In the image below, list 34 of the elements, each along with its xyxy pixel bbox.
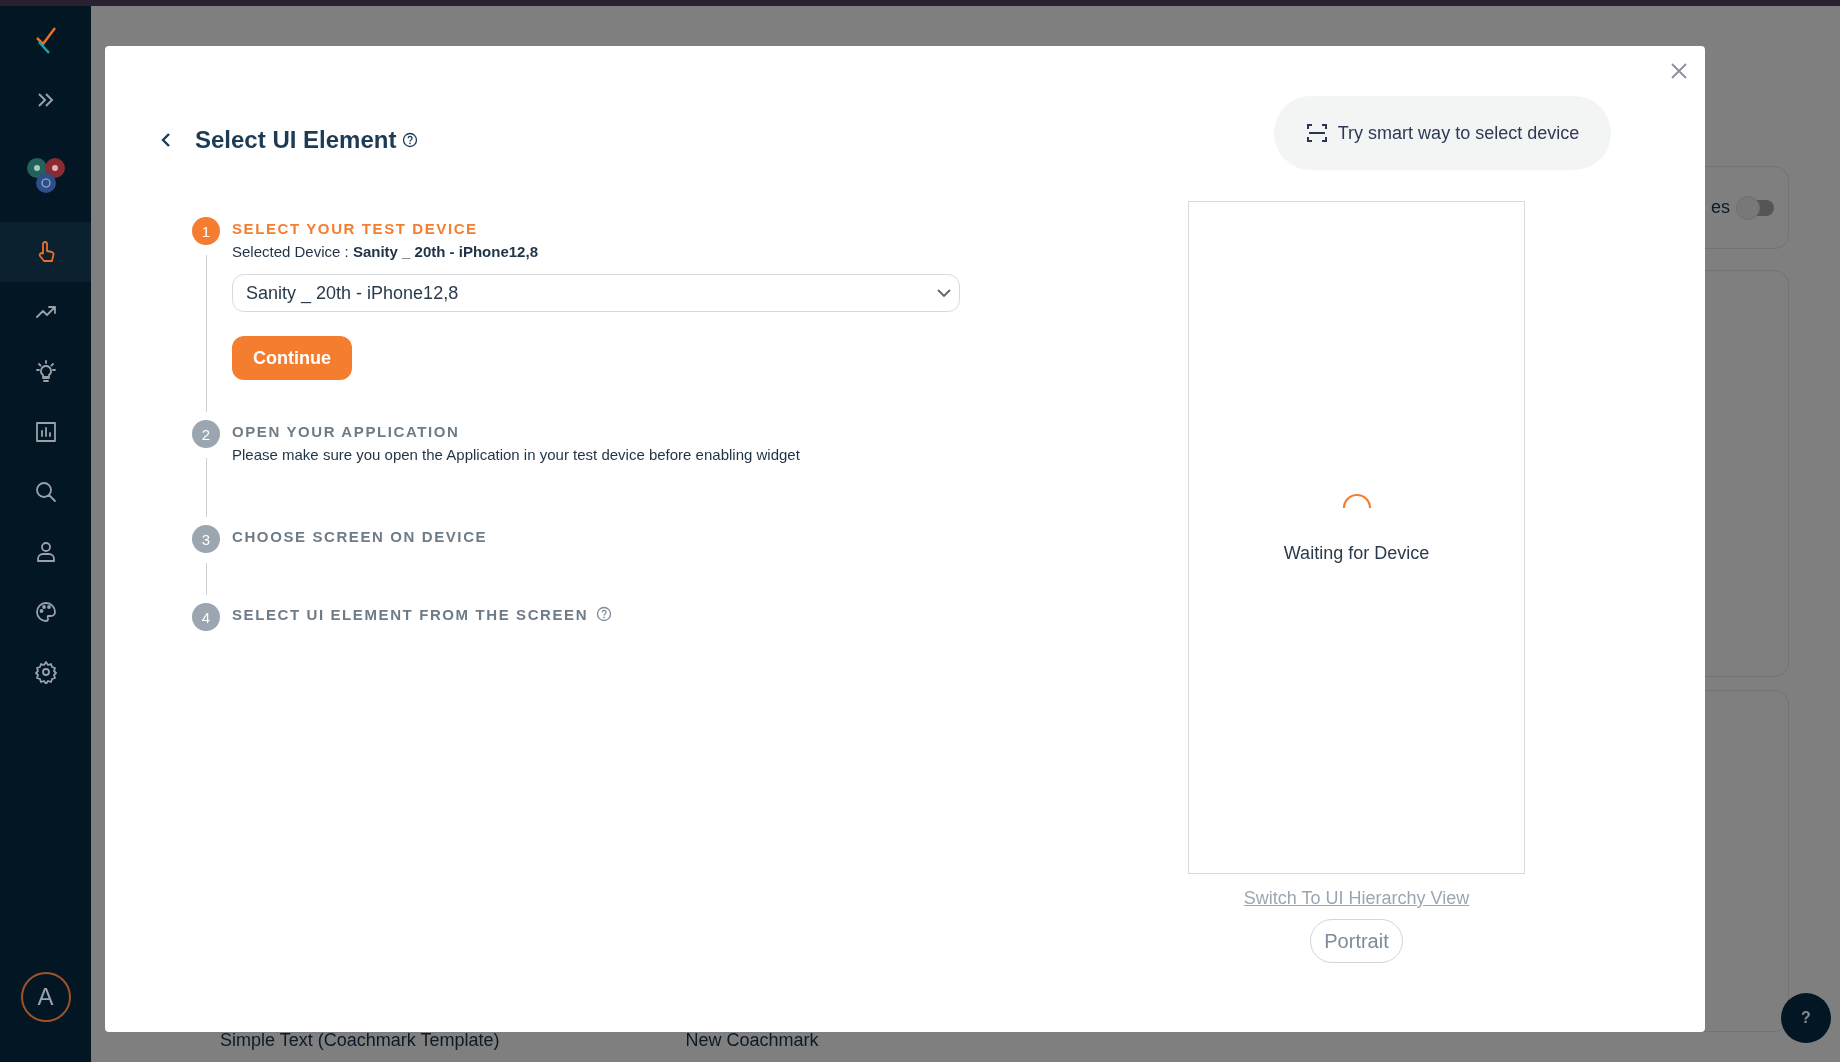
table-cell: Simple Text (Coachmark Template)	[220, 1030, 500, 1051]
expand-icon[interactable]	[35, 92, 56, 108]
chevron-down-icon	[937, 288, 951, 298]
orientation-button[interactable]: Portrait	[1310, 919, 1403, 963]
dialog-title: Select UI Element	[195, 126, 397, 154]
device-dropdown[interactable]: Sanity _ 20th - iPhone12,8	[232, 274, 960, 312]
step-title: CHOOSE SCREEN ON DEVICE	[232, 527, 488, 545]
step-number: 4	[192, 603, 220, 631]
smart-select-button[interactable]: Try smart way to select device	[1274, 96, 1611, 170]
step-number: 1	[192, 217, 220, 245]
status-text: Waiting for Device	[1283, 543, 1430, 564]
toggle-label: es	[1711, 197, 1730, 218]
step-description: Please make sure you open the Application in your test device before enabling widget	[232, 446, 801, 463]
settings-icon	[33, 660, 58, 684]
table-cell: New Coachmark	[685, 1030, 819, 1051]
step-number: 3	[192, 525, 220, 553]
step-number: 2	[192, 420, 220, 448]
help-button[interactable]: ?	[1781, 993, 1831, 1043]
bulb-icon	[33, 360, 58, 384]
continue-button[interactable]: Continue	[232, 336, 352, 380]
scan-icon	[1305, 122, 1328, 144]
loading-spinner-icon	[1340, 491, 1373, 509]
selected-device-text: Selected Device : Sanity _ 20th - iPhone12,8	[232, 243, 539, 260]
step-title: SELECT YOUR TEST DEVICE	[232, 219, 478, 237]
help-icon[interactable]	[402, 132, 419, 148]
back-icon[interactable]	[160, 132, 172, 148]
close-icon[interactable]	[1670, 62, 1688, 80]
logo-icon	[34, 26, 57, 54]
bar-chart-icon	[33, 420, 58, 444]
palette-icon	[33, 600, 58, 624]
step-title: OPEN YOUR APPLICATION	[232, 422, 460, 440]
search-icon	[33, 480, 58, 504]
avatar[interactable]: A	[20, 972, 71, 1022]
step-title: SELECT UI ELEMENT FROM THE SCREEN	[232, 605, 589, 623]
